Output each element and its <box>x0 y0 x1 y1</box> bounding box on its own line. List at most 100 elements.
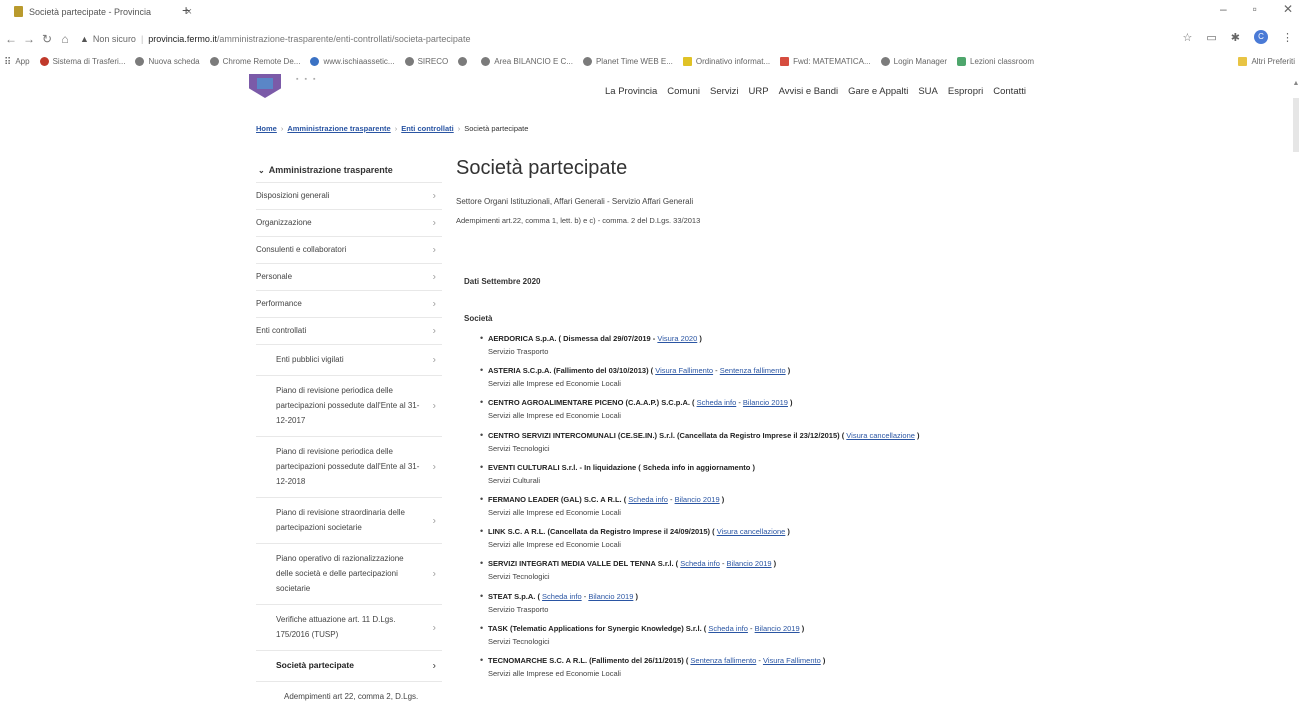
home-icon[interactable]: ⌂ <box>56 32 74 46</box>
sidebar-item[interactable]: Personale › <box>256 263 442 290</box>
sidebar-subitem[interactable]: Enti pubblici vigilati › <box>256 344 442 375</box>
sidebar-subitem[interactable]: Verifiche attuazione art. 11 D.Lgs. 175/… <box>256 604 442 650</box>
bookmark-item[interactable]: Fwd: MATEMATICA... <box>780 56 871 66</box>
bookmark-item[interactable]: Chrome Remote De... <box>209 56 300 66</box>
sidebar-item-active[interactable]: Società partecipate › <box>256 650 442 681</box>
sidebar-subitem[interactable]: Piano di revisione periodica delle parte… <box>256 375 442 436</box>
close-window-icon[interactable]: ✕ <box>1283 2 1293 16</box>
company-item: STEAT S.p.A. ( Scheda info - Bilancio 20… <box>480 591 1260 623</box>
bookmark-item[interactable]: Area BILANCIO E C... <box>481 56 573 66</box>
bookmark-item[interactable]: SIRECO <box>404 56 448 66</box>
nav-item-espropri[interactable]: Espropri <box>948 86 983 97</box>
company-name: EVENTI CULTURALI S.r.l. - In liquidazion… <box>488 462 755 472</box>
sidebar-item-label: Adempimenti art 22, comma 2, D.Lgs. 33/2… <box>284 692 419 701</box>
company-name: SERVIZI INTEGRATI MEDIA VALLE DEL TENNA … <box>488 559 681 569</box>
forward-arrow-icon[interactable]: → <box>20 32 38 46</box>
company-link[interactable]: Sentenza fallimento <box>690 656 756 665</box>
nav-item-gare-e-appalti[interactable]: Gare e Appalti <box>848 86 908 97</box>
url-host: provincia.fermo.it <box>148 34 217 44</box>
main-content: Società partecipate Settore Organi Istit… <box>456 157 1276 678</box>
nav-item-avvisi-e-bandi[interactable]: Avvisi e Bandi <box>779 86 839 97</box>
sidebar-item[interactable]: Enti controllati › <box>256 317 442 344</box>
nav-item-servizi[interactable]: Servizi <box>710 86 739 97</box>
company-link[interactable]: Scheda info <box>708 624 748 633</box>
company-link[interactable]: Bilancio 2019 <box>727 559 772 568</box>
bookmark-item[interactable]: Login Manager <box>880 56 947 66</box>
remote-icon <box>209 56 219 66</box>
bookmark-item[interactable]: Planet Time WEB E... <box>582 56 673 66</box>
profile-avatar[interactable]: C <box>1254 30 1268 44</box>
nav-item-la-provincia[interactable]: La Provincia <box>605 86 657 97</box>
company-link[interactable]: Bilancio 2019 <box>588 592 633 601</box>
company-link[interactable]: Bilancio 2019 <box>675 495 720 504</box>
sidebar-item[interactable]: Performance › <box>256 290 442 317</box>
breadcrumb-amministrazione[interactable]: Amministrazione trasparente <box>287 124 390 133</box>
company-item: TASK (Telematic Applications for Synergi… <box>480 623 1260 655</box>
bookmark-item[interactable]: Nuova scheda <box>135 56 200 66</box>
reload-icon[interactable]: ↻ <box>38 32 56 46</box>
sidebar-item-label: Consulenti e collaboratori <box>256 245 347 254</box>
sidebar-item[interactable]: Consulenti e collaboratori › <box>256 236 442 263</box>
sidebar-subitem[interactable]: Piano di revisione periodica delle parte… <box>256 436 442 497</box>
back-arrow-icon[interactable]: ← <box>2 32 20 46</box>
company-link[interactable]: Visura Fallimento <box>655 366 713 375</box>
menu-kebab-icon[interactable]: ⋮ <box>1282 31 1293 44</box>
company-sector: Servizi Culturali <box>488 475 541 485</box>
sidebar-subitem-level2[interactable]: Adempimenti art 22, comma 2, D.Lgs. 33/2… <box>256 681 442 706</box>
bookmark-item[interactable] <box>458 56 471 66</box>
nav-item-sua[interactable]: SUA <box>918 86 938 97</box>
bookmarks-bar: ⠿ App Sistema di Trasferi... Nuova scheda Ch… <box>0 53 1301 69</box>
company-name: FERMANO LEADER (GAL) S.C. A R.L. ( <box>488 494 629 504</box>
sidebar-heading[interactable]: ⌄ Amministrazione trasparente <box>256 158 442 182</box>
page-scrollbar[interactable]: ▲ <box>1291 72 1301 706</box>
cast-icon[interactable]: ▭ <box>1206 31 1216 44</box>
company-link[interactable]: Visura cancellazione <box>717 527 786 536</box>
browser-tab[interactable]: Società partecipate - Provincia × <box>14 3 192 20</box>
sidebar-subitem[interactable]: Piano di revisione straordinaria delle p… <box>256 497 442 543</box>
link-separator: - <box>747 623 755 633</box>
company-name-tail: ) <box>785 527 790 537</box>
url-field[interactable]: ▲ Non sicuro | provincia.fermo.it /ammin… <box>80 34 470 44</box>
company-name: CENTRO AGROALIMENTARE PICENO (C.A.A.P.) … <box>488 398 697 408</box>
nav-item-comuni[interactable]: Comuni <box>667 86 700 97</box>
sidebar-item[interactable]: Organizzazione › <box>256 209 442 236</box>
company-link[interactable]: Visura cancellazione <box>846 431 915 440</box>
company-link[interactable]: Visura Fallimento <box>763 656 821 665</box>
company-link[interactable]: Visura 2020 <box>657 334 697 343</box>
globe-icon <box>880 56 890 66</box>
company-name-tail: ) <box>697 334 702 343</box>
breadcrumb-home[interactable]: Home <box>256 124 277 133</box>
globe-icon <box>135 56 145 66</box>
company-link[interactable]: Scheda info <box>628 495 668 504</box>
company-link[interactable]: Bilancio 2019 <box>755 624 800 633</box>
nav-item-urp[interactable]: URP <box>749 86 769 97</box>
company-link[interactable]: Scheda info <box>697 398 737 407</box>
company-link[interactable]: Scheda info <box>680 559 720 568</box>
restore-icon[interactable]: ▫ <box>1253 2 1257 16</box>
company-link[interactable]: Scheda info <box>542 592 582 601</box>
bookmark-item[interactable]: Sistema di Trasferi... <box>39 56 125 66</box>
link-separator: - <box>756 655 763 665</box>
bookmark-item[interactable]: Ordinativo informat... <box>682 56 770 66</box>
breadcrumb-enti-controllati[interactable]: Enti controllati <box>401 124 454 133</box>
other-bookmarks[interactable]: Altri Preferiti <box>1238 57 1295 66</box>
bookmark-item[interactable]: ⠿ App <box>4 57 30 68</box>
company-name: AERDORICA S.p.A. ( Dismessa dal 29/07/20… <box>488 334 658 343</box>
minimize-icon[interactable]: – <box>1220 2 1227 16</box>
new-tab-icon[interactable]: + <box>182 2 190 18</box>
bookmark-item[interactable]: Lezioni classroom <box>957 56 1034 66</box>
sidebar-subitem[interactable]: Piano operativo di razionalizzazione del… <box>256 543 442 604</box>
bookmark-item[interactable]: www.ischiaassetic... <box>310 56 395 66</box>
star-icon[interactable]: ☆ <box>1183 31 1193 44</box>
provincia-logo[interactable] <box>249 74 281 98</box>
adempimenti-text: Adempimenti art.22, comma 1, lett. b) e … <box>456 216 701 225</box>
company-link[interactable]: Sentenza fallimento <box>720 366 786 375</box>
extensions-puzzle-icon[interactable]: ✱ <box>1231 31 1240 44</box>
company-name-tail: ) <box>799 623 805 633</box>
sidebar-item[interactable]: Disposizioni generali › <box>256 182 442 209</box>
scrollbar-thumb[interactable] <box>1293 98 1299 152</box>
scroll-up-icon[interactable]: ▲ <box>1291 80 1301 87</box>
nav-item-contatti[interactable]: Contatti <box>993 86 1026 97</box>
company-link[interactable]: Bilancio 2019 <box>743 398 788 407</box>
chevron-right-icon: › <box>432 622 436 633</box>
